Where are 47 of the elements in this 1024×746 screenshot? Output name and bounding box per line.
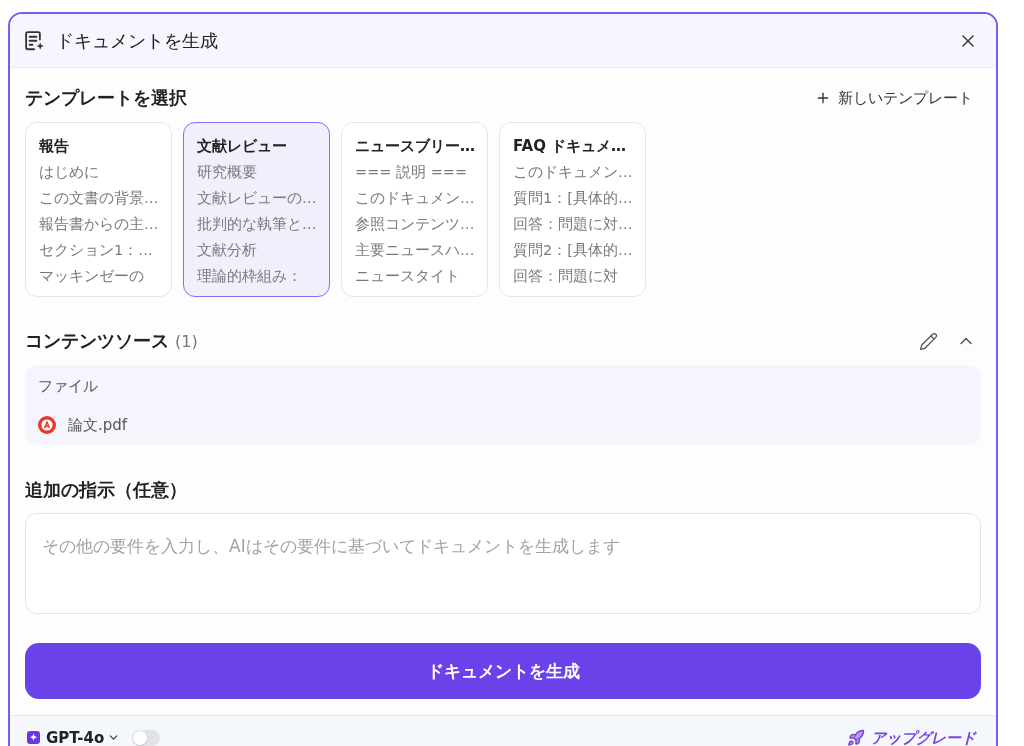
template-preview-line: 参照コンテンツ… [355, 215, 476, 234]
template-preview-line: 文献レビューの… [197, 189, 318, 208]
model-selector[interactable]: GPT-4o [46, 729, 121, 746]
template-preview-line: 文献分析 [197, 241, 258, 260]
template-card[interactable]: 報告 はじめに この文書の背景… 報告書からの主… セクション1：… マッキンゼーの [25, 122, 172, 297]
template-preview-line: この文書の背景… [39, 189, 160, 208]
template-title: FAQ ドキュメ… [513, 136, 628, 157]
upgrade-link[interactable]: アップグレード [847, 729, 976, 746]
template-title: 文献レビュー [197, 136, 288, 157]
template-title: ニュースブリー… [355, 136, 476, 157]
template-card[interactable]: 文献レビュー 研究概要 文献レビューの… 批判的な執筆と… 文献分析 理論的枠組み： [183, 122, 330, 297]
template-preview-line: このドキュメン… [355, 189, 476, 208]
generate-button[interactable]: ドキュメントを生成 [25, 643, 981, 699]
template-title: 報告 [39, 136, 70, 157]
template-preview-line: 回答：問題に対 [513, 267, 619, 286]
template-preview-line: 回答：問題に対… [513, 215, 634, 234]
template-preview-line: 質問2：[具体的… [513, 241, 634, 260]
template-preview-line: このドキュメン… [513, 163, 634, 182]
dialog-title: ドキュメントを生成 [56, 28, 219, 53]
template-preview-line: ニュースタイト [355, 267, 461, 286]
template-preview-line: 主要ニュースハ… [355, 241, 476, 260]
pencil-icon [919, 331, 938, 351]
template-preview-line: はじめに [39, 163, 100, 182]
template-preview-line: マッキンゼーの [39, 267, 145, 286]
template-preview-line: 理論的枠組み： [197, 267, 303, 286]
template-preview-line: セクション1：… [39, 241, 154, 260]
edit-button[interactable] [919, 331, 938, 351]
section-heading: コンテンツソース [25, 330, 169, 353]
pdf-file-icon [38, 416, 56, 434]
source-count: (1) [175, 332, 198, 351]
file-name: 論文.pdf [68, 415, 128, 435]
toggle-switch[interactable] [132, 729, 161, 746]
template-preview-line: 報告書からの主… [39, 215, 160, 234]
group-label: ファイル [38, 376, 99, 396]
template-card[interactable]: ニュースブリー… === 説明 === このドキュメン… 参照コンテンツ… 主要ニュースハ… ニュースタイト [341, 122, 488, 297]
template-preview-line: === 説明 === [355, 163, 469, 182]
template-card[interactable]: FAQ ドキュメ… このドキュメン… 質問1：[具体的… 回答：問題に対… 質問2：[具体的… 回答：問題に対 [499, 122, 646, 297]
document-sparkle-icon [25, 30, 45, 51]
rocket-icon [847, 729, 865, 746]
template-preview-line: 研究概要 [197, 163, 258, 182]
instructions-field[interactable]: その他の要件を入力し、AIはその要件に基づいてドキュメントを生成します [25, 513, 981, 614]
section-heading: テンプレートを選択 [25, 87, 187, 110]
template-preview-line: 批判的な執筆と… [197, 215, 318, 234]
section-heading: 追加の指示（任意） [25, 479, 187, 502]
plus-icon [815, 90, 831, 106]
template-preview-line: 質問1：[具体的… [513, 189, 634, 208]
new-template-button[interactable]: 新しいテンプレート [815, 88, 973, 108]
